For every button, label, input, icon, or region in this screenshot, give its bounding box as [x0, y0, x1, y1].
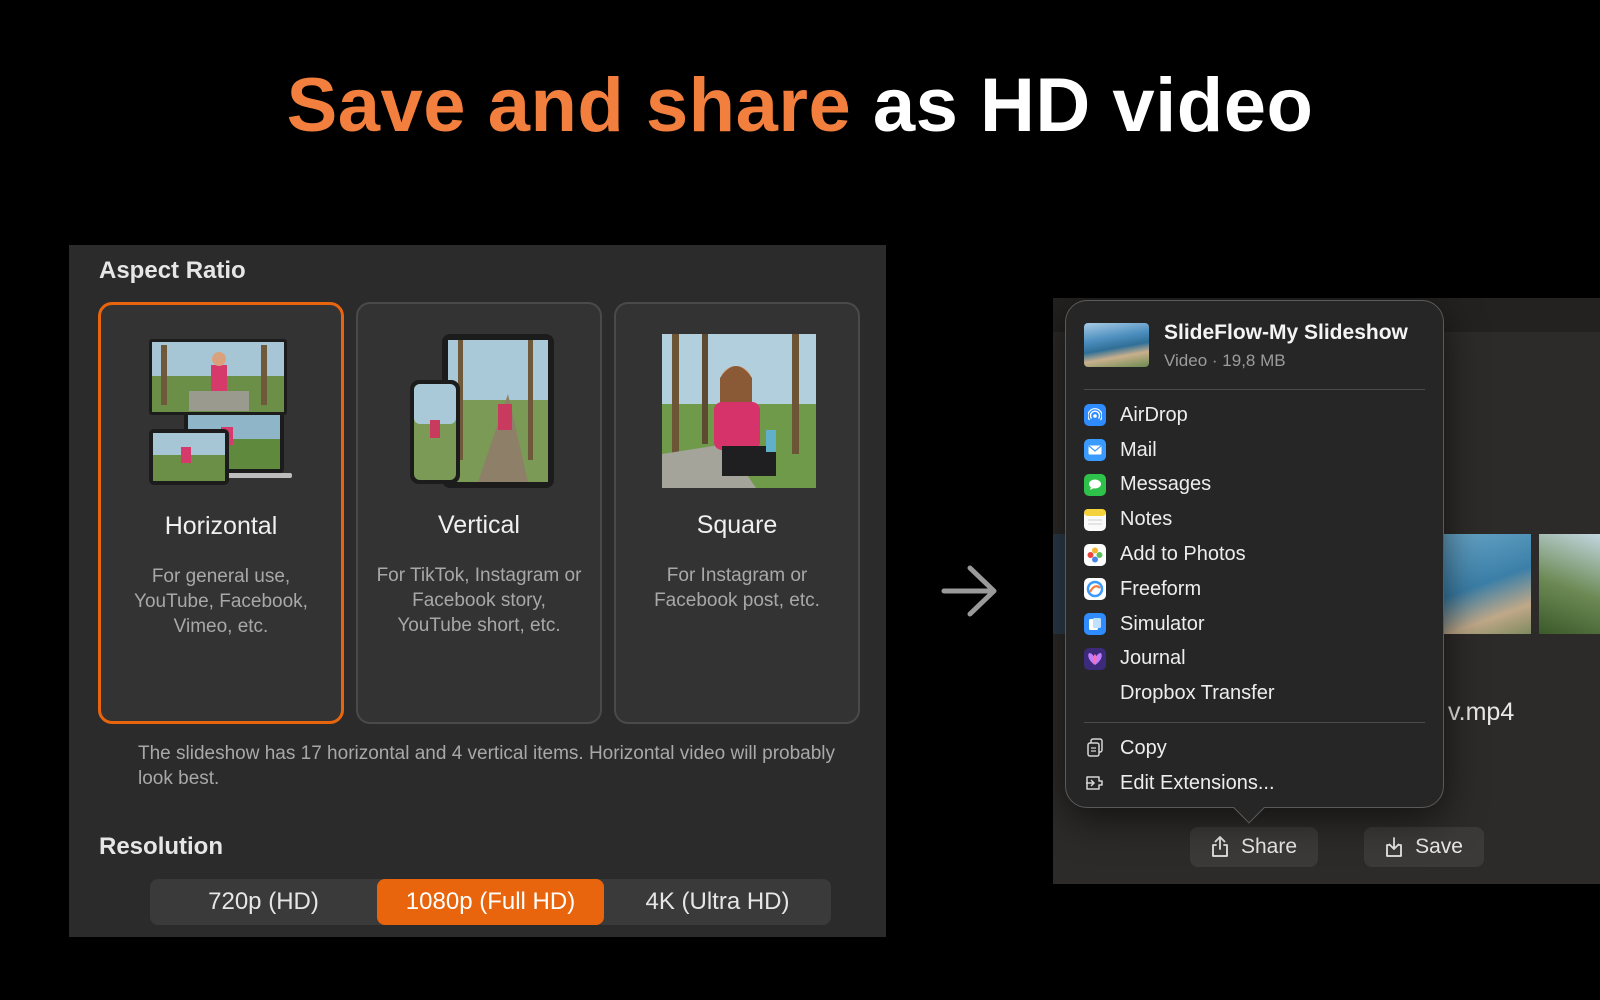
airdrop-icon: [1084, 404, 1106, 427]
resolution-option-1080p[interactable]: 1080p (Full HD): [377, 879, 604, 925]
share-add-to-photos[interactable]: Add to Photos: [1084, 537, 1425, 572]
menu-item-label: Dropbox Transfer: [1120, 682, 1275, 705]
headline: Save and share as HD video: [0, 62, 1600, 149]
menu-item-label: Simulator: [1120, 612, 1205, 635]
menu-item-label: Journal: [1120, 647, 1186, 670]
resolution-segmented-control: 720p (HD) 1080p (Full HD) 4K (Ultra HD): [150, 879, 831, 925]
freeform-icon: [1084, 578, 1106, 601]
aspect-recommendation-note: The slideshow has 17 horizontal and 4 ve…: [138, 743, 836, 789]
mail-icon: [1084, 439, 1106, 462]
share-destinations-list: AirDrop Mail Messages Notes Add to Photo…: [1084, 398, 1425, 711]
video-thumbnail: [1084, 323, 1149, 367]
aspect-ratio-title: Aspect Ratio: [99, 257, 246, 284]
menu-item-label: Edit Extensions...: [1120, 771, 1275, 794]
resolution-option-720p[interactable]: 720p (HD): [150, 879, 377, 925]
aspect-card-vertical[interactable]: Vertical For TikTok, Instagram or Facebo…: [356, 302, 602, 724]
export-settings-panel: Aspect Ratio Horizontal For general use,…: [69, 245, 886, 937]
share-actions-list: Copy Edit Extensions...: [1084, 731, 1425, 801]
copy-action[interactable]: Copy: [1084, 731, 1425, 766]
filmstrip-thumbnail: [1531, 534, 1600, 634]
share-mail[interactable]: Mail: [1084, 433, 1425, 468]
share-icon: [1212, 836, 1228, 857]
save-button-label: Save: [1415, 835, 1463, 858]
messages-icon: [1084, 473, 1106, 496]
resolution-title: Resolution: [99, 833, 223, 860]
extensions-icon: [1084, 772, 1106, 794]
aspect-card-name: Vertical: [438, 511, 520, 539]
notes-icon: [1084, 508, 1106, 531]
simulator-icon: [1084, 613, 1106, 636]
menu-item-label: AirDrop: [1120, 403, 1188, 426]
menu-item-label: Add to Photos: [1120, 543, 1246, 566]
resolution-option-4k[interactable]: 4K (Ultra HD): [604, 879, 831, 925]
save-icon: [1386, 837, 1402, 857]
horizontal-devices-image: [149, 339, 292, 485]
aspect-card-horizontal[interactable]: Horizontal For general use, YouTube, Fac…: [98, 302, 344, 724]
dropbox-icon: [1084, 683, 1106, 705]
vertical-devices-image: [410, 334, 554, 488]
share-item-title: SlideFlow-My Slideshow: [1164, 321, 1408, 344]
aspect-card-description: For general use, YouTube, Facebook, Vime…: [134, 566, 308, 637]
share-item-subtitle: Video · 19,8 MB: [1164, 351, 1286, 370]
aspect-card-name: Square: [696, 511, 778, 539]
share-button-label: Share: [1240, 835, 1298, 858]
share-journal[interactable]: Journal: [1084, 642, 1425, 677]
journal-icon: [1084, 647, 1106, 670]
save-button[interactable]: Save: [1364, 827, 1484, 867]
copy-icon: [1084, 737, 1106, 759]
aspect-card-name: Horizontal: [164, 512, 278, 540]
share-popover: SlideFlow-My Slideshow Video · 19,8 MB A…: [1065, 300, 1444, 824]
divider: [1084, 389, 1425, 390]
arrow-right-icon: [941, 565, 997, 617]
aspect-card-description: For TikTok, Instagram or Facebook story,…: [376, 565, 582, 636]
output-filename: v.mp4: [1448, 698, 1515, 726]
aspect-card-square[interactable]: Square For Instagram or Facebook post, e…: [614, 302, 860, 724]
menu-item-label: Messages: [1120, 473, 1212, 496]
menu-item-label: Notes: [1120, 508, 1173, 531]
divider: [1084, 722, 1425, 723]
menu-item-label: Freeform: [1120, 577, 1202, 600]
share-simulator[interactable]: Simulator: [1084, 607, 1425, 642]
share-airdrop[interactable]: AirDrop: [1084, 398, 1425, 433]
photos-icon: [1084, 543, 1106, 566]
edit-extensions-action[interactable]: Edit Extensions...: [1084, 766, 1425, 801]
share-freeform[interactable]: Freeform: [1084, 572, 1425, 607]
share-button[interactable]: Share: [1190, 827, 1318, 867]
headline-rest: as HD video: [872, 63, 1314, 148]
share-messages[interactable]: Messages: [1084, 468, 1425, 503]
square-photo-image: [662, 334, 816, 488]
share-dropbox-transfer[interactable]: Dropbox Transfer: [1084, 676, 1425, 711]
share-notes[interactable]: Notes: [1084, 502, 1425, 537]
headline-accent: Save and share: [286, 63, 852, 148]
aspect-card-description: For Instagram or Facebook post, etc.: [654, 565, 820, 611]
menu-item-label: Copy: [1120, 736, 1167, 759]
menu-item-label: Mail: [1120, 438, 1157, 461]
